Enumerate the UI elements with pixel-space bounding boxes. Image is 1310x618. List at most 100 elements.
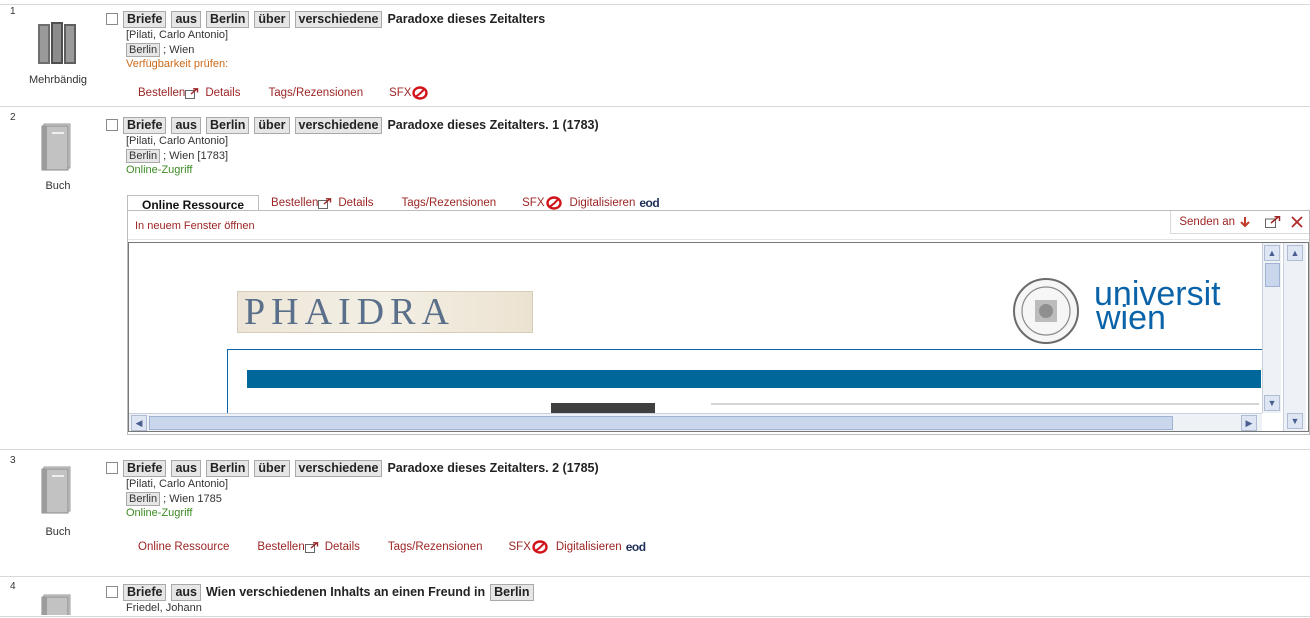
sfx-link[interactable]: SFX [389,87,411,99]
title-text: Paradoxe dieses Zeitalters. 1 (1783) [387,118,599,132]
details-link[interactable]: Details [325,541,360,553]
multivolume-icon[interactable] [38,20,80,71]
order-link[interactable]: Bestellen [138,87,185,99]
scroll-up-button[interactable]: ▲ [1264,245,1280,261]
select-checkbox[interactable] [106,462,118,474]
title-search-link[interactable]: Briefe [123,583,167,601]
title-search-link[interactable]: Briefe [123,459,167,477]
embedded-viewer[interactable]: PHAIDRA universit wien ▲ ▼ ▲ ▼ ◀ ▶ [128,242,1309,432]
external-window-icon[interactable] [1265,216,1281,228]
outer-vertical-scrollbar[interactable]: ▲ ▼ [1283,243,1306,431]
select-checkbox[interactable] [106,13,118,25]
place-text: ; Wien [160,44,195,56]
tags-reviews-link[interactable]: Tags/Rezensionen [268,87,363,99]
title-search-link[interactable]: aus [171,10,201,28]
open-new-window-link[interactable]: In neuem Fenster öffnen [135,220,255,232]
order-link[interactable]: Bestellen [271,197,318,209]
title-search-link[interactable]: Berlin [205,116,250,134]
title-search-link[interactable]: über [254,116,290,134]
details-link[interactable]: Details [205,87,240,99]
online-access-link[interactable]: Online-Zugriff [126,507,228,520]
place-text: ; Wien 1785 [160,493,222,505]
online-access-link[interactable]: Online-Zugriff [126,164,228,177]
title-search-link[interactable]: über [254,459,290,477]
book-icon[interactable] [40,465,82,518]
online-resource-panel: In neuem Fenster öffnen Senden an PHAIDR… [127,210,1310,435]
media-type-label: Buch [45,180,71,192]
digitize-link[interactable]: Digitalisieren [556,541,622,553]
place-link[interactable]: Berlin [126,149,161,163]
result-title: Briefe aus Berlin über verschiedene Para… [106,10,550,28]
result-title: Briefe aus Berlin über verschiedene Para… [106,116,604,134]
result-number: 4 [10,581,16,592]
title-search-link[interactable]: Berlin [205,459,250,477]
title-search-link[interactable]: aus [171,583,201,601]
title-search-link[interactable]: Berlin [490,583,534,601]
external-link-icon [185,87,199,99]
select-checkbox[interactable] [106,119,118,131]
scroll-left-button[interactable]: ◀ [131,415,147,431]
external-link-icon [304,541,318,553]
place-link[interactable]: Berlin [126,43,161,57]
title-text: Wien verschiedenen Inhalts an einen Freu… [205,585,486,599]
scroll-up-button[interactable]: ▲ [1287,245,1303,261]
university-seal-icon [1003,276,1089,349]
scroll-thumb[interactable] [1265,263,1280,287]
book-icon[interactable] [40,122,82,175]
external-link-icon [318,197,332,209]
title-search-link[interactable]: Briefe [123,10,167,28]
scroll-right-button[interactable]: ▶ [1241,415,1257,431]
title-search-link[interactable]: aus [171,116,201,134]
book-icon[interactable] [40,593,82,615]
order-link[interactable]: Bestellen [257,541,304,553]
panel-toolbar: In neuem Fenster öffnen Senden an [128,211,1309,240]
author: [Pilati, Carlo Antonio] [126,478,229,490]
scroll-down-button[interactable]: ▼ [1287,413,1303,429]
title-search-link[interactable]: verschiedene [294,10,383,28]
eod-logo: eod [639,196,660,210]
result-title: Briefe aus Wien verschiedenen Inhalts an… [106,583,539,601]
place-link[interactable]: Berlin [126,492,161,506]
title-search-link[interactable]: über [254,10,290,28]
scroll-down-button[interactable]: ▼ [1264,395,1280,411]
tags-reviews-link[interactable]: Tags/Rezensionen [388,541,483,553]
inner-vertical-scrollbar[interactable]: ▲ ▼ [1262,243,1281,413]
media-type-label: Buch [45,526,71,538]
author: [Pilati, Carlo Antonio] [126,135,229,147]
send-to-menu[interactable]: Senden an [1179,216,1235,228]
divider [0,449,1310,450]
title-search-link[interactable]: Briefe [123,116,167,134]
title-search-link[interactable]: Berlin [205,10,250,28]
horizontal-scrollbar[interactable]: ◀ ▶ [129,413,1262,431]
title-text: Paradoxe dieses Zeitalters. 2 (1785) [387,461,599,475]
divider [0,576,1310,577]
arrow-down-icon [1240,217,1250,228]
sfx-link[interactable]: SFX [522,197,544,209]
details-link[interactable]: Details [338,197,373,209]
divider [0,616,1310,617]
title-search-link[interactable]: verschiedene [294,459,383,477]
author: [Pilati, Carlo Antonio] [126,29,229,41]
author: Friedel, Johann [126,602,202,614]
navigation-bar [247,370,1261,388]
result-title: Briefe aus Berlin über verschiedene Para… [106,459,604,477]
online-resource-link[interactable]: Online Ressource [138,541,229,553]
divider [0,106,1310,107]
divider [0,4,1310,5]
scroll-thumb[interactable] [149,416,1173,430]
sfx-logo-icon [532,540,548,554]
availability-link[interactable]: Verfügbarkeit prüfen: [126,58,228,71]
result-number: 1 [10,6,16,17]
close-icon[interactable] [1291,216,1303,228]
title-search-link[interactable]: verschiedene [294,116,383,134]
tags-reviews-link[interactable]: Tags/Rezensionen [402,197,497,209]
result-number: 2 [10,112,16,123]
sfx-logo-icon [412,86,429,100]
sfx-link[interactable]: SFX [509,541,531,553]
place-text: ; Wien [1783] [160,150,228,162]
digitize-link[interactable]: Digitalisieren [570,197,636,209]
select-checkbox[interactable] [106,586,118,598]
university-name-2: wien [1096,299,1166,337]
title-search-link[interactable]: aus [171,459,201,477]
eod-logo: eod [625,540,646,554]
